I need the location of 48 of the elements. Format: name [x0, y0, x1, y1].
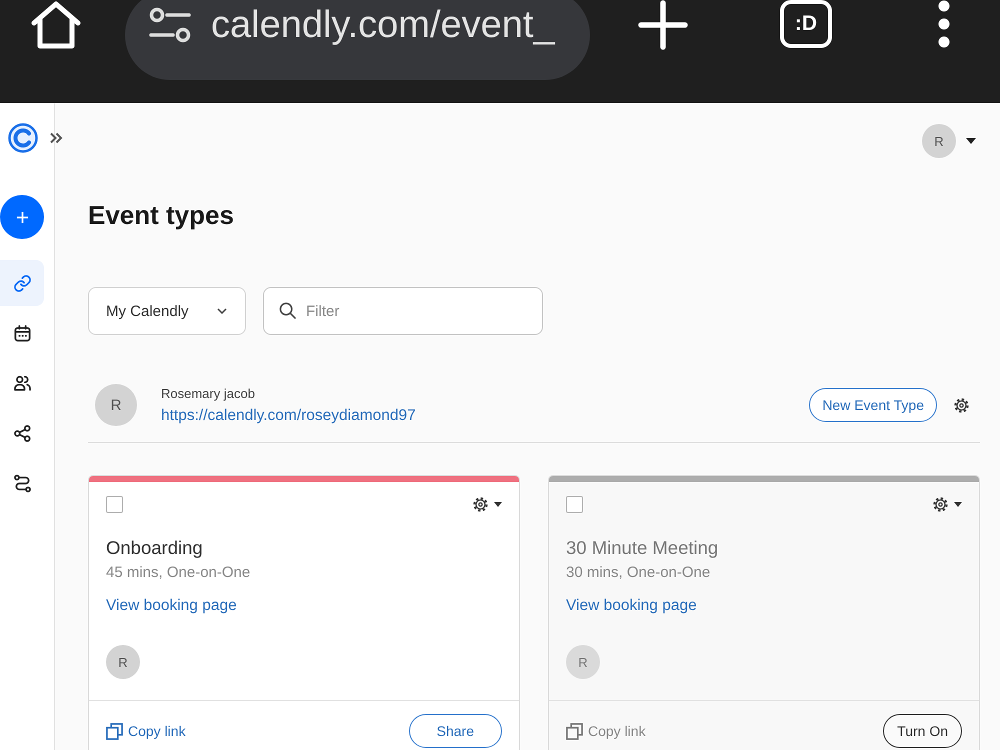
host-avatar: R: [566, 645, 600, 679]
checkbox[interactable]: [106, 496, 123, 513]
plus-icon: [16, 210, 28, 224]
event-details: 45 mins, One-on-One: [106, 563, 250, 583]
turn-on-button[interactable]: Turn On: [883, 714, 962, 748]
address-bar[interactable]: calendly.com/event_: [125, 0, 590, 80]
logo-icon[interactable]: [8, 123, 38, 153]
settings-icon[interactable]: [932, 496, 949, 513]
copy-link-button[interactable]: Copy link: [106, 722, 186, 740]
url-text: calendly.com/event_: [211, 3, 555, 48]
checkbox[interactable]: [566, 496, 583, 513]
chevron-down-icon: [217, 308, 227, 314]
event-title: Onboarding: [106, 536, 203, 560]
search-icon: [279, 302, 296, 319]
booking-page-link[interactable]: View booking page: [106, 596, 237, 616]
user-avatar: R: [95, 384, 137, 426]
calendar-icon: [12, 324, 32, 342]
caret-icon[interactable]: [494, 502, 502, 507]
copy-icon: [566, 722, 583, 740]
people-icon: [12, 374, 32, 392]
more-menu-icon[interactable]: [938, 0, 950, 48]
copy-icon: [106, 722, 123, 740]
caret-icon[interactable]: [966, 138, 976, 144]
event-details: 30 mins, One-on-One: [566, 563, 710, 583]
new-tab-icon[interactable]: [638, 0, 688, 50]
new-event-type-button[interactable]: New Event Type: [809, 388, 937, 422]
tune-icon[interactable]: [149, 7, 191, 43]
home-icon[interactable]: [30, 0, 82, 50]
link-icon: [12, 274, 32, 292]
booking-page-link[interactable]: View booking page: [566, 596, 697, 616]
user-avatar[interactable]: R: [922, 124, 956, 158]
host-avatar: R: [106, 645, 140, 679]
copy-link-button[interactable]: Copy link: [566, 722, 646, 740]
profile-link[interactable]: https://calendly.com/roseydiamond97: [161, 406, 416, 424]
share-button[interactable]: Share: [408, 714, 502, 748]
calendar-dropdown[interactable]: My Calendly: [88, 287, 246, 335]
route-icon: [12, 474, 32, 492]
event-title: 30 Minute Meeting: [566, 536, 718, 560]
user-name: Rosemary jacob: [161, 386, 255, 402]
caret-icon[interactable]: [954, 502, 962, 507]
nodes-icon: [12, 424, 32, 442]
tab-switcher-button[interactable]: :D: [780, 0, 832, 48]
search-field[interactable]: Filter: [263, 287, 543, 335]
double-chevron-icon[interactable]: [49, 132, 63, 144]
settings-icon[interactable]: [953, 396, 970, 414]
settings-icon[interactable]: [472, 496, 489, 513]
create-button[interactable]: [0, 195, 44, 239]
page-title: Event types: [88, 200, 234, 230]
